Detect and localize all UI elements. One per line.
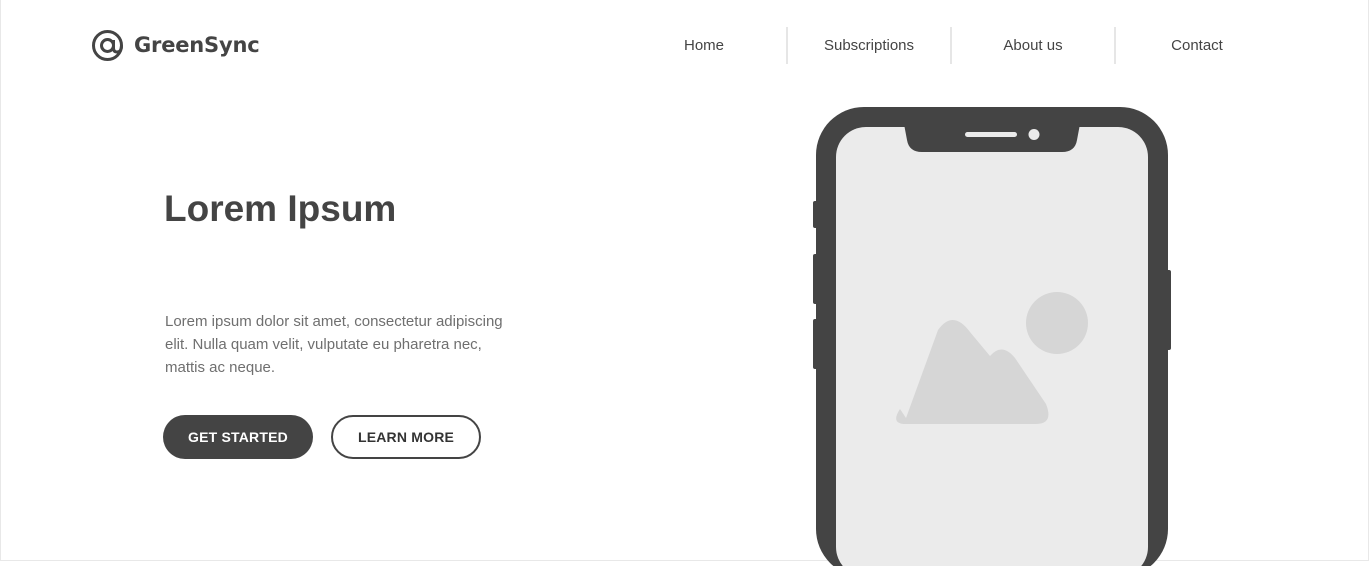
phone-screen bbox=[836, 127, 1148, 566]
phone-speaker bbox=[965, 132, 1017, 137]
nav-contact[interactable]: Contact bbox=[1114, 27, 1278, 64]
hero-description: Lorem ipsum dolor sit amet, consectetur … bbox=[165, 313, 503, 376]
at-sign-icon bbox=[92, 29, 123, 61]
phone-camera bbox=[1028, 129, 1040, 140]
phone-notch bbox=[904, 124, 1080, 152]
learn-more-button[interactable]: LEARN MORE bbox=[331, 415, 481, 459]
hero-title: Lorem Ipsum bbox=[164, 188, 397, 229]
smartphone-mockup bbox=[813, 107, 1171, 566]
main-nav: Home Subscriptions About us Contact bbox=[622, 27, 1278, 64]
get-started-button[interactable]: GET STARTED bbox=[163, 415, 313, 459]
nav-about-us[interactable]: About us bbox=[950, 27, 1114, 64]
nav-home[interactable]: Home bbox=[622, 27, 786, 64]
brand-logo[interactable]: GreenSync bbox=[91, 28, 260, 62]
brand-name: GreenSync bbox=[134, 33, 260, 57]
nav-subscriptions[interactable]: Subscriptions bbox=[786, 27, 950, 64]
